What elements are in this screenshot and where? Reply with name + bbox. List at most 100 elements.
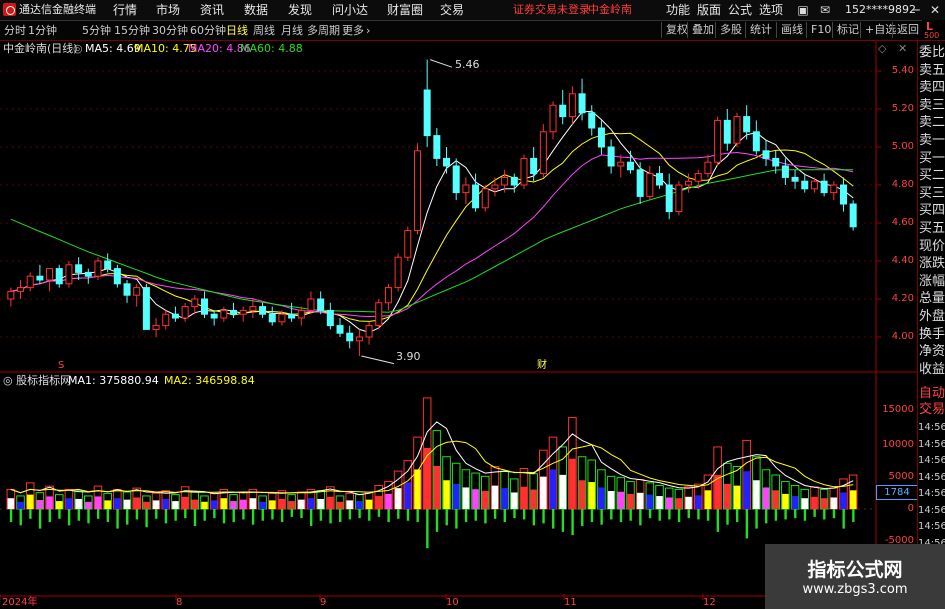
btn-f10[interactable]: F10	[806, 22, 831, 38]
candle-body	[65, 264, 73, 285]
period-weekly[interactable]: 周线	[253, 23, 275, 39]
menu-hangqing[interactable]: 行情	[113, 2, 137, 18]
user-icon[interactable]: ▣	[794, 2, 812, 18]
sidebar-item[interactable]: 买一	[919, 151, 945, 167]
sidebar-item[interactable]: 卖四	[919, 80, 945, 96]
candle-body	[230, 309, 238, 315]
sidebar-item[interactable]: 涨跌	[919, 256, 945, 272]
btn-biaoji[interactable]: 标记	[832, 22, 859, 38]
period-monthly[interactable]: 月线	[281, 23, 303, 39]
app-title: 通达信金融终端	[19, 3, 96, 16]
period-15min[interactable]: 15分钟	[114, 23, 150, 39]
period-fenshi[interactable]: 分时	[4, 23, 26, 39]
menu-jiaoyi[interactable]: 交易	[440, 2, 464, 18]
menu-shuju[interactable]: 数据	[244, 2, 268, 18]
candle-body	[94, 260, 102, 277]
menu-zixun[interactable]: 资讯	[200, 2, 224, 18]
sub-neg-bar	[368, 509, 371, 521]
candle-body	[55, 268, 63, 285]
marker-cai[interactable]: 财	[537, 359, 547, 373]
sidebar-item[interactable]: 卖一	[919, 133, 945, 149]
candle-body	[694, 173, 702, 182]
sub-bar	[7, 498, 15, 509]
sidebar-item[interactable]: 买五	[919, 221, 945, 237]
sub-neg-bar	[513, 509, 516, 519]
y-tick: 5.00	[891, 141, 914, 152]
kline-chart[interactable]	[0, 41, 917, 609]
period-30min[interactable]: 30分钟	[152, 23, 188, 39]
menu-gongshi[interactable]: 公式	[728, 2, 752, 18]
btn-fuquan[interactable]: 复权	[661, 22, 688, 38]
sub-indicator-lines	[10, 421, 854, 496]
menu-banmian[interactable]: 版面	[697, 2, 721, 18]
auto-trade-1[interactable]: 自动	[919, 386, 945, 402]
period-1min[interactable]: 1分钟	[28, 23, 57, 39]
period-daily[interactable]: 日线	[226, 23, 248, 39]
sidebar-item[interactable]: 换手	[919, 327, 945, 343]
sidebar-item[interactable]: 买四	[919, 203, 945, 219]
settings-gear-icon[interactable]: ◎	[73, 42, 83, 56]
menu-xuanxiang[interactable]: 选项	[759, 2, 783, 18]
period-multi[interactable]: 多周期	[307, 23, 340, 39]
close-icon[interactable]: ✕	[926, 2, 944, 18]
sub-neg-bar	[174, 509, 177, 521]
login-warning[interactable]: 证券交易未登录	[513, 3, 590, 17]
sub-bar	[210, 500, 218, 509]
sidebar-item[interactable]: 现价	[919, 239, 945, 255]
period-more[interactable]: 更多	[342, 23, 364, 39]
btn-zixuan[interactable]: +自选	[860, 22, 896, 38]
sub-bar	[753, 480, 760, 509]
menu-faxian[interactable]: 发现	[288, 2, 312, 18]
sidebar-item[interactable]: 卖三	[919, 98, 945, 114]
marker-s[interactable]: S	[58, 359, 64, 373]
sub-neg-bar	[329, 509, 332, 524]
sidebar-item[interactable]: 净资	[919, 344, 945, 360]
sidebar-item[interactable]: 卖二	[919, 115, 945, 131]
candle-body	[636, 169, 644, 197]
corner-num: 500	[924, 31, 940, 40]
sub-bar	[162, 498, 170, 509]
btn-diejia[interactable]: 叠加	[687, 22, 714, 38]
close-chart-icon[interactable]: ✕	[898, 42, 907, 56]
sub-neg-bar	[484, 509, 487, 524]
sidebar-item[interactable]: 委比	[919, 45, 945, 61]
sidebar-item[interactable]: 总量	[919, 291, 945, 307]
chevron-right-icon[interactable]: ›	[366, 23, 370, 39]
btn-fanhui[interactable]: 返回	[892, 22, 919, 38]
sub-indicator-bars	[0, 397, 876, 549]
menu-gongneng[interactable]: 功能	[666, 2, 690, 18]
btn-huaxian[interactable]: 画线	[776, 22, 803, 38]
period-60min[interactable]: 60分钟	[190, 23, 226, 39]
sidebar-item[interactable]: 外盘	[919, 309, 945, 325]
candle-body	[830, 184, 838, 194]
sub-bar	[617, 491, 625, 509]
minimize-icon[interactable]: ─	[907, 2, 925, 18]
auto-trade-2[interactable]: 交易	[919, 402, 945, 418]
sub-bar	[17, 501, 24, 509]
sidebar-item[interactable]: 买三	[919, 186, 945, 202]
candle-body	[626, 161, 634, 171]
ma5-label: MA5: 4.69	[85, 42, 141, 55]
btn-tongji[interactable]: 统计	[745, 22, 772, 38]
btn-duogu[interactable]: 多股	[715, 22, 742, 38]
user-account[interactable]: 152****9892	[845, 2, 916, 18]
candle-body	[7, 290, 15, 300]
sub-bar	[239, 499, 247, 509]
menu-shichang[interactable]: 市场	[156, 2, 180, 18]
sub-bar	[830, 497, 838, 509]
x-tick: 9	[320, 597, 327, 608]
sidebar-item[interactable]: 卖五	[919, 63, 945, 79]
sidebar-item[interactable]: 收益	[919, 362, 945, 378]
sub-neg-bar	[184, 509, 187, 519]
sub-neg-bar	[503, 509, 507, 523]
menu-caifuquan[interactable]: 财富圈	[387, 2, 423, 18]
sub-neg-bar	[522, 509, 526, 520]
sidebar-item[interactable]: 涨幅	[919, 274, 945, 290]
mail-icon[interactable]: ✉	[816, 2, 834, 18]
ma60-label: MA60: 4.88	[240, 42, 303, 55]
sidebar-item[interactable]: 买二	[919, 168, 945, 184]
diamond-icon[interactable]: ◇	[878, 42, 886, 56]
menu-wenxiaoda[interactable]: 问小达	[332, 2, 368, 18]
sub-neg-bar	[193, 509, 197, 526]
period-5min[interactable]: 5分钟	[82, 23, 111, 39]
